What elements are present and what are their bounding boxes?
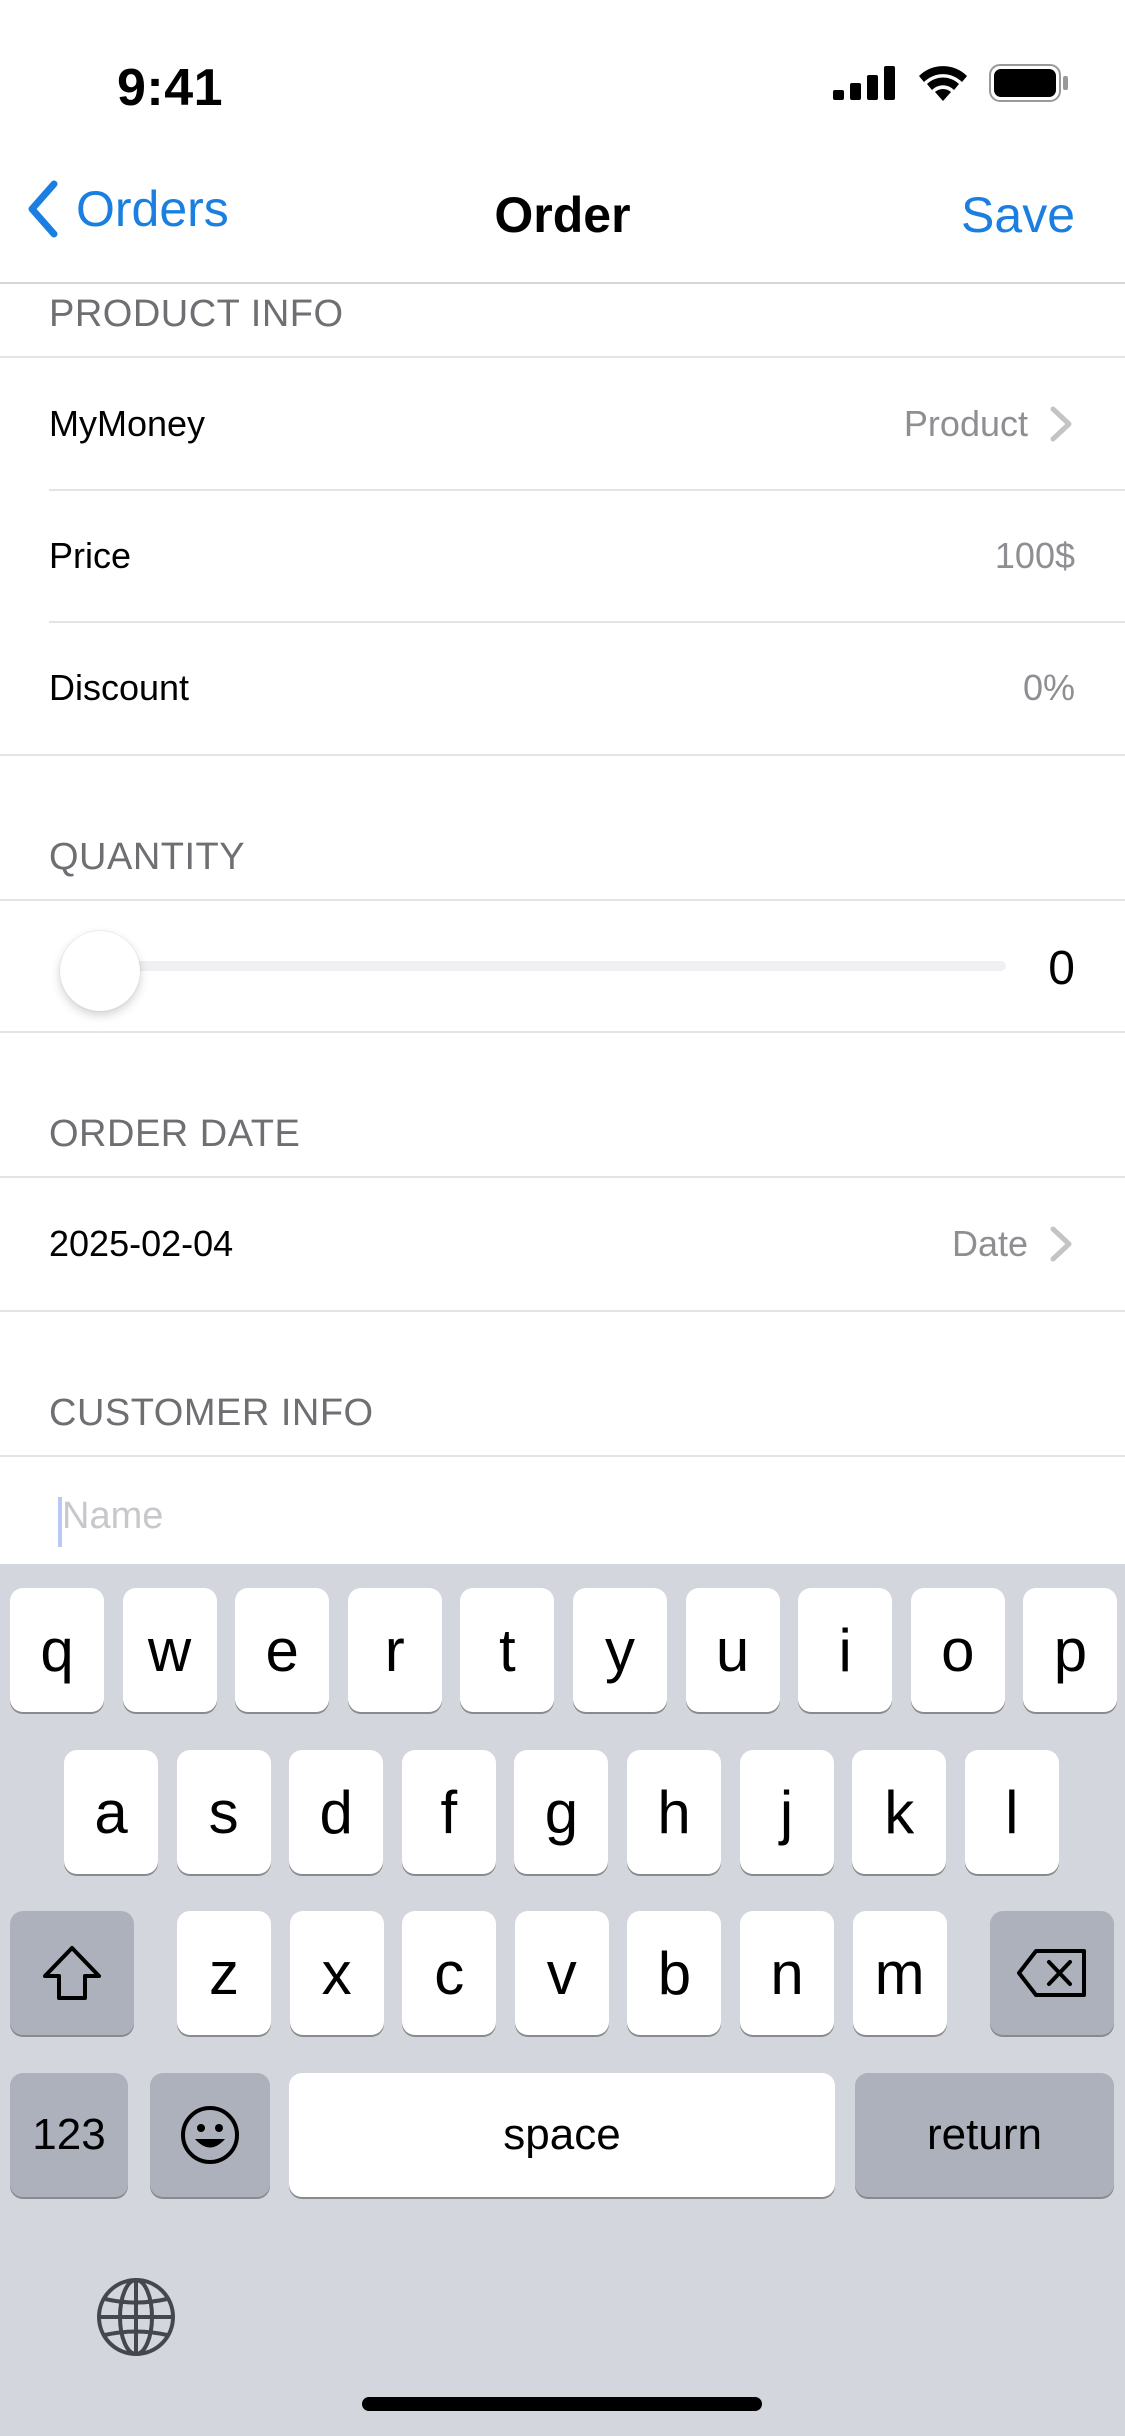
key-t[interactable]: t bbox=[460, 1588, 555, 1712]
section-header-customer-info: CUSTOMER INFO bbox=[0, 1312, 1125, 1455]
price-value: 100$ bbox=[994, 535, 1075, 576]
section-title: ORDER DATE bbox=[49, 1113, 301, 1155]
emoji-key[interactable] bbox=[150, 2073, 270, 2197]
navigation-bar: Orders Order Save bbox=[0, 150, 1125, 284]
order-date-row[interactable]: 2025-02-04 Date bbox=[0, 1178, 1125, 1310]
quantity-slider-row: 0 bbox=[0, 901, 1125, 1031]
key-c[interactable]: c bbox=[402, 1911, 497, 2035]
section-title: CUSTOMER INFO bbox=[49, 1392, 374, 1434]
key-r[interactable]: r bbox=[347, 1588, 442, 1712]
price-label: Price bbox=[49, 535, 132, 576]
customer-name-input[interactable] bbox=[62, 1495, 1042, 1538]
emoji-icon bbox=[181, 2106, 239, 2164]
numbers-key[interactable]: 123 bbox=[10, 2073, 128, 2197]
shift-key[interactable] bbox=[10, 1911, 134, 2035]
quantity-slider-knob[interactable] bbox=[60, 931, 140, 1011]
key-m[interactable]: m bbox=[852, 1911, 947, 2035]
section-header-order-date: ORDER DATE bbox=[0, 1033, 1125, 1176]
wifi-icon bbox=[919, 66, 967, 101]
discount-label: Discount bbox=[49, 667, 190, 708]
key-k[interactable]: k bbox=[852, 1750, 947, 1874]
key-g[interactable]: g bbox=[514, 1750, 609, 1874]
key-n[interactable]: n bbox=[740, 1911, 834, 2035]
product-name: MyMoney bbox=[49, 403, 206, 444]
key-q[interactable]: q bbox=[10, 1588, 104, 1712]
product-picker-label: Product bbox=[903, 403, 1028, 444]
date-picker-label: Date bbox=[951, 1223, 1028, 1264]
status-bar: 9:41 bbox=[0, 0, 1125, 150]
section-header-quantity: QUANTITY bbox=[0, 756, 1125, 899]
chevron-right-icon bbox=[1050, 1226, 1072, 1262]
key-v[interactable]: v bbox=[514, 1911, 609, 2035]
key-j[interactable]: j bbox=[739, 1750, 834, 1874]
delete-icon bbox=[1017, 1949, 1086, 1997]
keyboard: qwertyuiop asdfghjkl zxcvbnm 123 space r… bbox=[0, 1564, 1125, 2436]
quantity-group: 0 bbox=[0, 899, 1125, 1033]
battery-icon bbox=[989, 64, 1068, 102]
key-x[interactable]: x bbox=[289, 1911, 384, 2035]
section-title: QUANTITY bbox=[49, 836, 246, 878]
key-p[interactable]: p bbox=[1023, 1588, 1118, 1712]
key-l[interactable]: l bbox=[964, 1750, 1059, 1874]
product-info-group: MyMoney Product Price 100$ Discount 0% bbox=[0, 356, 1125, 756]
order-form: PRODUCT INFO MyMoney Product Price 100$ … bbox=[0, 286, 1125, 1567]
key-a[interactable]: a bbox=[64, 1750, 158, 1874]
shift-icon bbox=[43, 1946, 101, 2000]
price-row[interactable]: Price 100$ bbox=[0, 489, 1125, 622]
status-time: 9:41 bbox=[117, 59, 224, 117]
product-row[interactable]: MyMoney Product bbox=[0, 358, 1125, 490]
key-i[interactable]: i bbox=[798, 1588, 893, 1712]
page-title: Order bbox=[494, 187, 631, 243]
key-o[interactable]: o bbox=[910, 1588, 1005, 1712]
return-key[interactable]: return bbox=[855, 2073, 1114, 2197]
quantity-value: 0 bbox=[1048, 942, 1075, 995]
customer-name-row bbox=[0, 1457, 1125, 1567]
section-header-product-info: PRODUCT INFO bbox=[0, 286, 1125, 356]
space-key[interactable]: space bbox=[289, 2073, 835, 2197]
home-indicator bbox=[362, 2397, 762, 2411]
key-h[interactable]: h bbox=[627, 1750, 721, 1874]
globe-icon[interactable] bbox=[95, 2276, 177, 2358]
key-y[interactable]: y bbox=[573, 1588, 667, 1712]
key-e[interactable]: e bbox=[235, 1588, 330, 1712]
quantity-slider-track[interactable] bbox=[98, 961, 1006, 971]
delete-key[interactable] bbox=[990, 1911, 1114, 2035]
key-b[interactable]: b bbox=[627, 1911, 722, 2035]
customer-info-group bbox=[0, 1455, 1125, 1567]
key-f[interactable]: f bbox=[401, 1750, 496, 1874]
cellular-signal-icon bbox=[833, 66, 895, 100]
discount-row[interactable]: Discount 0% bbox=[0, 621, 1125, 754]
key-w[interactable]: w bbox=[122, 1588, 217, 1712]
key-z[interactable]: z bbox=[177, 1911, 271, 2035]
chevron-right-icon bbox=[1050, 406, 1072, 442]
section-title: PRODUCT INFO bbox=[49, 293, 344, 335]
status-icons bbox=[833, 64, 1069, 102]
order-date-group: 2025-02-04 Date bbox=[0, 1176, 1125, 1312]
key-s[interactable]: s bbox=[176, 1750, 271, 1874]
key-u[interactable]: u bbox=[685, 1588, 780, 1712]
key-d[interactable]: d bbox=[289, 1750, 384, 1874]
save-button[interactable]: Save bbox=[961, 186, 1075, 244]
order-date-value: 2025-02-04 bbox=[49, 1223, 234, 1264]
discount-value: 0% bbox=[1022, 667, 1075, 708]
